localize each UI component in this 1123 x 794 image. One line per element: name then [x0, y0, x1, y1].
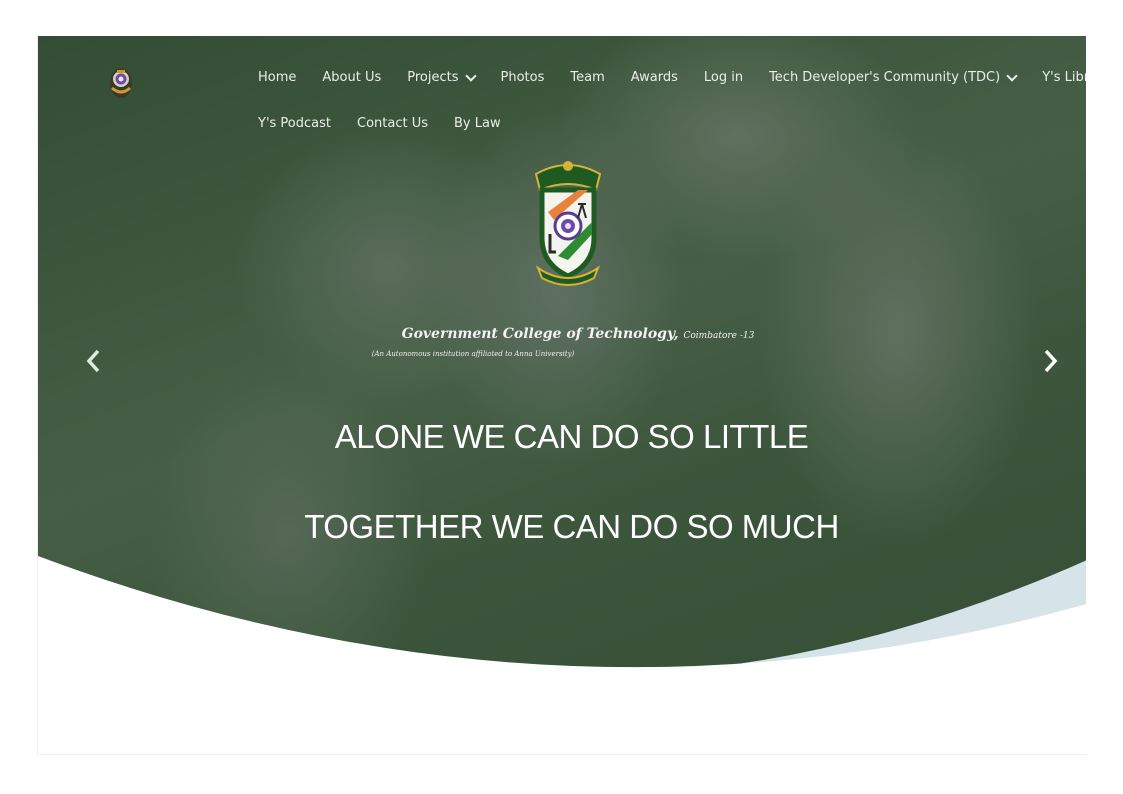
chevron-left-icon[interactable] — [84, 346, 104, 376]
page-frame: Home About Us Projects Photos Team Awards Log … — [37, 36, 1086, 755]
college-name: Government College of Technology, Coimba… — [318, 326, 838, 342]
top-navigation: Home About Us Projects Photos Team Awards Log … — [38, 36, 1086, 156]
nav-link-by-law[interactable]: By Law — [454, 116, 501, 131]
college-subtitle: (An Autonomous institution affiliated to… — [371, 350, 575, 358]
nav-link-label: Photos — [500, 70, 545, 85]
nav-link-about-us[interactable]: About Us — [322, 70, 381, 85]
nav-link-tech-developer-s-community-tdc[interactable]: Tech Developer's Community (TDC) — [769, 69, 1018, 85]
nav-link-label: Y's Library — [1042, 70, 1086, 85]
chevron-down-icon — [1006, 69, 1018, 82]
nav-link-projects[interactable]: Projects — [407, 69, 477, 85]
hero-headline-2: TOGETHER WE CAN DO SO MUCH — [304, 508, 839, 545]
nav-link-label: Team — [570, 70, 605, 85]
nav-link-label: Log in — [703, 70, 744, 85]
nav-link-log-in[interactable]: Log in — [704, 70, 743, 85]
hero-bottom-curve — [38, 556, 1086, 754]
hero-headline-1: ALONE WE CAN DO SO LITTLE — [334, 418, 809, 455]
nav-link-awards[interactable]: Awards — [631, 70, 678, 85]
nav-link-label: Y's Podcast — [258, 116, 331, 131]
nav-menu-row-2: Y's Podcast Contact Us By Law — [258, 116, 501, 131]
nav-link-contact-us[interactable]: Contact Us — [357, 116, 428, 131]
chevron-right-icon[interactable] — [1040, 346, 1060, 376]
college-crest-icon — [534, 161, 602, 286]
nav-link-label: About Us — [322, 70, 382, 85]
nav-link-photos[interactable]: Photos — [501, 70, 545, 85]
nav-link-label: Tech Developer's Community (TDC) — [769, 70, 1001, 85]
nav-link-label: Projects — [407, 70, 459, 85]
college-name-text: Government College of Technology, — [401, 326, 679, 342]
nav-link-label: Contact Us — [357, 116, 428, 131]
chevron-down-icon — [464, 69, 477, 82]
nav-link-label: By Law — [454, 116, 501, 131]
college-crest-icon[interactable] — [108, 66, 134, 100]
nav-menu-row-1: Home About Us Projects Photos Team Awards Log … — [258, 69, 1086, 85]
college-city: Coimbatore -13 — [683, 331, 755, 341]
nav-link-label: Home — [258, 70, 297, 85]
nav-link-label: Awards — [630, 70, 678, 85]
nav-link-team[interactable]: Team — [570, 70, 604, 85]
nav-link-home[interactable]: Home — [258, 70, 296, 85]
nav-link-y-s-library[interactable]: Y's Library — [1042, 70, 1086, 85]
nav-link-y-s-podcast[interactable]: Y's Podcast — [258, 116, 331, 131]
